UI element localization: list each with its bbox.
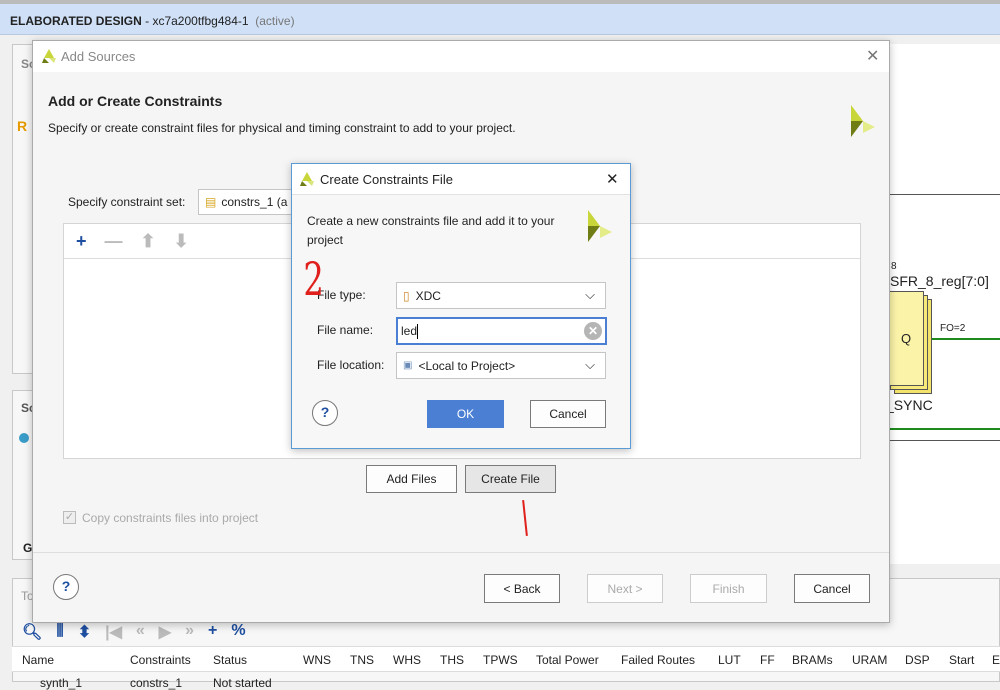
collapse-all-icon[interactable]: ⫼ [56,622,63,642]
help-button[interactable]: ? [53,574,79,600]
column-header[interactable]: Status [213,653,247,667]
clear-icon[interactable]: ✕ [584,322,602,340]
percent-icon[interactable]: % [231,622,245,642]
schematic-view[interactable]: 8 SFR_8_reg[7:0] Q FO=2 _SYNC [885,44,1000,564]
expand-all-icon[interactable]: ⬍ [78,622,91,642]
column-header[interactable]: THS [440,653,464,667]
next-icon[interactable]: » [185,622,194,642]
column-header[interactable]: E [992,653,1000,667]
copy-files-label: Copy constraints files into project [82,511,259,525]
panel-tab: R [17,118,28,134]
copy-files-checkbox[interactable]: ✓ [63,511,76,524]
create-constraints-dialog: Create Constraints File ✕ Create a new c… [291,163,631,449]
cancel-button[interactable]: Cancel [530,400,606,428]
part-name: - xc7a200tfbg484-1 [141,14,249,28]
column-header[interactable]: BRAMs [792,653,833,667]
column-header[interactable]: FF [760,653,775,667]
file-location-select[interactable]: ▣ <Local to Project> ⌵ [396,352,606,379]
column-header[interactable]: Start [949,653,974,667]
dialog-description: Create a new constraints file and add it… [307,214,555,247]
column-header[interactable]: Name [22,653,54,667]
next-button[interactable]: Next > [587,574,663,603]
back-button[interactable]: < Back [484,574,560,603]
chevron-down-icon: ⌵ [585,357,595,372]
column-header[interactable]: TPWS [483,653,518,667]
run-name: synth_1 [40,676,83,690]
column-header[interactable]: Total Power [536,653,599,667]
design-title-bar: ELABORATED DESIGN - xc7a200tfbg484-1 (ac… [0,0,1000,35]
add-icon[interactable]: + [208,622,217,642]
cell-type: _SYNC [886,397,933,413]
constraint-set-value: constrs_1 (a [221,195,288,209]
folder-icon: ▤ [205,195,217,209]
xilinx-logo-icon [42,49,56,63]
xilinx-logo-icon [851,105,875,137]
column-header[interactable]: Constraints [130,653,191,667]
file-name-label: File name: [317,323,374,337]
page-heading: Add or Create Constraints [48,93,223,109]
column-header[interactable]: TNS [350,653,374,667]
column-header[interactable]: WNS [303,653,331,667]
table-row[interactable]: synth_1 constrs_1 Not started [40,676,272,690]
column-header[interactable]: DSP [905,653,930,667]
help-button[interactable]: ? [312,400,338,426]
file-type-value: XDC [415,288,441,303]
move-down-icon[interactable]: ⬇︎ [174,231,189,252]
status-dot-icon [19,433,29,443]
file-type-label: File type: [317,288,366,302]
pin-label: Q [901,331,912,346]
dialog-title-bar: Create Constraints File ✕ [292,164,630,195]
remove-icon[interactable]: — [105,231,123,252]
file-name-input[interactable]: led ✕ [396,317,607,345]
panel-tab: G [23,541,33,555]
constraint-set-label: Specify constraint set: [68,195,186,209]
fanout-label: FO=2 [940,323,966,334]
file-location-value: <Local to Project> [418,358,516,373]
run-constraints: constrs_1 [130,676,183,690]
close-icon[interactable]: ✕ [866,46,879,66]
column-header[interactable]: Failed Routes [621,653,695,667]
location-icon: ▣ [403,360,413,371]
add-icon[interactable]: + [76,231,87,252]
design-status: (active) [255,14,295,28]
page-description: Specify or create constraint files for p… [48,121,516,135]
column-header[interactable]: WHS [393,653,421,667]
cancel-button[interactable]: Cancel [794,574,870,603]
chevron-down-icon: ⌵ [585,287,595,302]
close-icon[interactable]: ✕ [606,170,619,188]
finish-button[interactable]: Finish [690,574,767,603]
move-up-icon[interactable]: ⬆︎ [141,231,156,252]
cell-name: SFR_8_reg[7:0] [890,273,989,289]
first-icon[interactable]: |◀ [105,622,122,642]
play-icon[interactable]: ▶ [159,622,171,642]
xilinx-logo-icon [588,210,612,242]
column-header[interactable]: URAM [852,653,887,667]
ok-button[interactable]: OK [427,400,504,428]
column-header[interactable]: LUT [718,653,741,667]
constraint-set-select[interactable]: ▤ constrs_1 (a [198,189,298,215]
add-files-button[interactable]: Add Files [366,465,457,493]
file-location-label: File location: [317,358,385,372]
previous-icon[interactable]: « [136,622,145,642]
dialog-title-bar: Add Sources ✕ [33,41,889,72]
file-type-select[interactable]: ▯ XDC ⌵ [396,282,606,309]
run-status: Not started [213,676,272,690]
file-icon: ▯ [403,288,410,303]
create-file-button[interactable]: Create File [465,465,556,493]
runs-toolbar: 🔍︎ ⫼ ⬍ |◀ « ▶ » + % [22,622,246,642]
search-icon[interactable]: 🔍︎ [22,622,42,642]
dialog-title: Create Constraints File [320,172,453,187]
file-name-value: led [401,324,418,338]
xilinx-logo-icon [300,172,314,186]
dialog-title: Add Sources [61,49,136,64]
annotation-mark-2: 2 [303,252,324,306]
design-title: ELABORATED DESIGN [10,14,142,28]
cell-index: 8 [891,261,897,272]
